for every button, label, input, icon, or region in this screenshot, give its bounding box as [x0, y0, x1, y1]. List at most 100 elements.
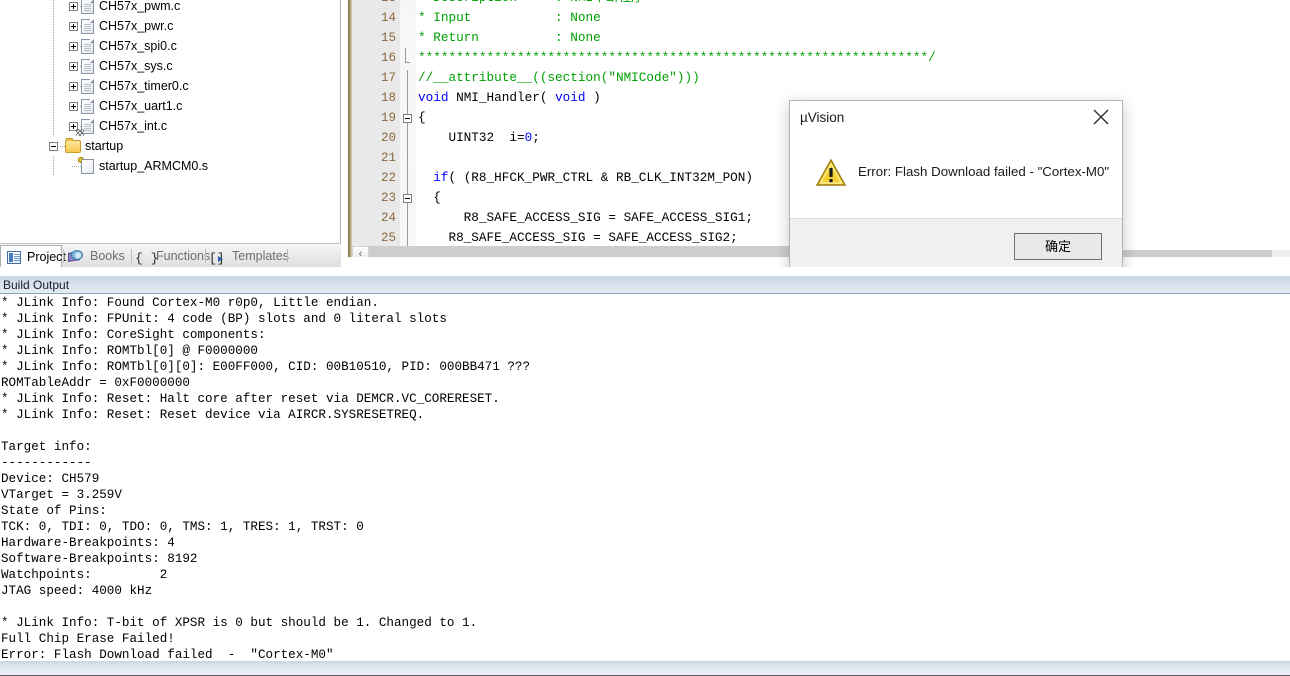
- tree-item-label: startup: [85, 139, 124, 153]
- tree-item[interactable]: startup_ARMCM0.s: [0, 156, 341, 176]
- uvision-error-dialog[interactable]: µVision Error: Flash Download failed - "…: [789, 100, 1123, 271]
- status-bar: [0, 660, 1290, 676]
- warning-icon: [815, 158, 847, 186]
- tree-item[interactable]: CH57x_spi0.c: [0, 36, 341, 56]
- tree-item[interactable]: CH57x_int.c: [0, 116, 341, 136]
- dialog-body: Error: Flash Download failed - "Cortex-M…: [790, 141, 1122, 218]
- line-number: 23: [380, 191, 396, 205]
- c-file-icon: [81, 59, 94, 74]
- build-output-header: Build Output: [0, 276, 1290, 294]
- tree-guide-line: [53, 156, 54, 176]
- editor-line-number-gutter: 1314151617181920212223242526272829: [352, 0, 400, 257]
- tab-templates[interactable]: [] Templates: [206, 245, 289, 267]
- build-output-line: ------------: [1, 456, 92, 470]
- code-line[interactable]: {: [418, 108, 426, 128]
- build-output-line: * JLink Info: ROMTbl[0][0]: E00FF000, CI…: [1, 360, 531, 374]
- project-tree-panel[interactable]: CH57x_pwm.c CH57x_pwr.c CH57x_spi0.c CH57x_…: [0, 0, 341, 243]
- books-icon: [68, 249, 83, 264]
- tree-item-label: CH57x_spi0.c: [99, 39, 177, 53]
- fold-collapse-icon[interactable]: [403, 194, 412, 203]
- build-output-gap: [0, 267, 1290, 276]
- dialog-titlebar[interactable]: µVision: [790, 101, 1122, 141]
- fold-collapse-icon[interactable]: [403, 114, 412, 123]
- tree-item-label: startup_ARMCM0.s: [99, 159, 209, 173]
- tab-label: Templates: [232, 249, 289, 263]
- code-line[interactable]: if( (R8_HFCK_PWR_CTRL & RB_CLK_INT32M_PO…: [418, 168, 761, 188]
- tree-guide-line: [53, 116, 54, 136]
- line-number: 13: [354, 0, 400, 8]
- tree-item[interactable]: CH57x_sys.c: [0, 56, 341, 76]
- build-output-title: Build Output: [3, 278, 70, 292]
- project-panel-tabbar[interactable]: Project Books { } Functions[] Templates: [0, 243, 341, 268]
- build-output-line: Watchpoints: 2: [1, 568, 168, 582]
- code-line[interactable]: R8_SAFE_ACCESS_SIG = SAFE_ACCESS_SIG2;: [418, 228, 737, 248]
- build-output-line: [0, 423, 1290, 439]
- panel-divider: [340, 0, 341, 243]
- tree-guide-line: [53, 0, 54, 16]
- tree-item-label: CH57x_sys.c: [99, 59, 173, 73]
- close-icon[interactable]: [1080, 101, 1122, 131]
- assembly-file-icon: [81, 159, 94, 174]
- expand-icon[interactable]: [69, 82, 78, 91]
- tree-item[interactable]: CH57x_pwm.c: [0, 0, 341, 16]
- tab-books[interactable]: Books: [64, 245, 132, 267]
- tab-project[interactable]: Project: [0, 245, 66, 268]
- code-line[interactable]: void NMI_Handler( void ): [418, 88, 601, 108]
- tree-item[interactable]: CH57x_uart1.c: [0, 96, 341, 116]
- build-output-line: * JLink Info: Reset: Reset device via AI…: [1, 408, 425, 422]
- line-number: 16: [380, 51, 396, 65]
- tree-item[interactable]: CH57x_timer0.c: [0, 76, 341, 96]
- tree-guide-line: [53, 16, 54, 36]
- c-file-icon: [81, 19, 94, 34]
- build-output-line: JTAG speed: 4000 kHz: [1, 584, 153, 598]
- ok-button[interactable]: 确定: [1014, 233, 1102, 260]
- expand-icon[interactable]: [69, 102, 78, 111]
- line-number: 22: [380, 171, 396, 185]
- templates-arrow: [218, 256, 223, 262]
- file-icon-lines: [84, 44, 91, 51]
- file-icon-lines: [84, 124, 91, 131]
- tree-guide-line: [53, 56, 54, 76]
- code-line[interactable]: UINT32 i=0;: [418, 128, 539, 148]
- tab-functions[interactable]: { } Functions: [132, 245, 210, 267]
- tree-item[interactable]: startup: [0, 136, 341, 156]
- build-output-line: Full Chip Erase Failed!: [1, 632, 175, 646]
- build-output-panel[interactable]: Build Output * JLink Info: Found Cortex-…: [0, 267, 1290, 676]
- line-number: 20: [380, 131, 396, 145]
- build-output-line: * JLink Info: CoreSight components:: [1, 328, 266, 342]
- dialog-footer: 确定: [790, 218, 1122, 270]
- expand-icon[interactable]: [69, 62, 78, 71]
- tree-guide-line: [53, 76, 54, 96]
- build-output-line: * JLink Info: FPUnit: 4 code (BP) slots …: [1, 312, 447, 326]
- file-icon-lines: [84, 104, 91, 111]
- tree-item[interactable]: CH57x_pwr.c: [0, 16, 341, 36]
- file-icon-lines: [84, 4, 91, 11]
- code-line[interactable]: ****************************************…: [418, 48, 936, 68]
- collapse-icon[interactable]: [49, 142, 58, 151]
- scroll-left-arrow-icon[interactable]: ‹: [352, 246, 369, 257]
- expand-icon[interactable]: [69, 22, 78, 31]
- c-file-icon: [76, 119, 94, 136]
- dialog-message: Error: Flash Download failed - "Cortex-M…: [858, 164, 1110, 179]
- code-line[interactable]: * Description : NMI中断程序: [418, 0, 644, 8]
- line-number: 21: [380, 151, 396, 165]
- build-output-line: Software-Breakpoints: 8192: [1, 552, 198, 566]
- build-output-line: [0, 599, 1290, 615]
- code-line[interactable]: * Input : None: [418, 8, 601, 28]
- build-output-line: * JLink Info: T-bit of XPSR is 0 but sho…: [1, 616, 478, 630]
- code-line[interactable]: //__attribute__((section("NMICode"))): [418, 68, 700, 88]
- code-line[interactable]: * Return : None: [418, 28, 601, 48]
- code-line[interactable]: R8_SAFE_ACCESS_SIG = SAFE_ACCESS_SIG1;: [418, 208, 753, 228]
- expand-icon[interactable]: [69, 42, 78, 51]
- fold-guide-line: [407, 70, 408, 250]
- build-output-log[interactable]: * JLink Info: Found Cortex-M0 r0p0, Litt…: [0, 295, 1290, 676]
- c-file-icon: [81, 79, 94, 94]
- build-output-line: * JLink Info: Reset: Halt core after res…: [1, 392, 500, 406]
- tree-item-label: CH57x_int.c: [99, 119, 168, 133]
- code-line[interactable]: {: [418, 188, 441, 208]
- build-output-line: ROMTableAddr = 0xF0000000: [1, 376, 190, 390]
- c-file-icon: [81, 0, 94, 14]
- expand-icon[interactable]: [69, 2, 78, 11]
- editor-fold-column[interactable]: [400, 0, 416, 250]
- build-output-line: State of Pins:: [1, 504, 107, 518]
